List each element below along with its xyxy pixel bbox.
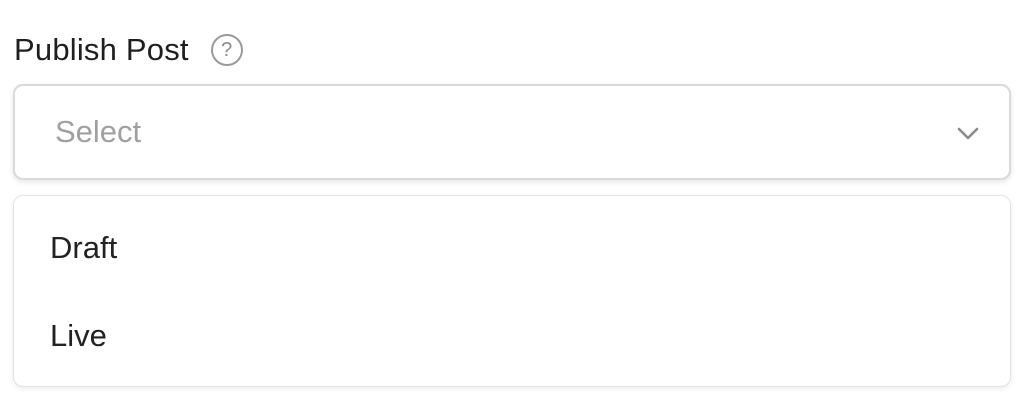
field-label: Publish Post bbox=[14, 32, 189, 67]
option-label: Draft bbox=[50, 230, 118, 265]
publish-post-field: Publish Post ? Select Draft Live bbox=[0, 0, 1024, 415]
help-glyph: ? bbox=[221, 38, 233, 61]
select-placeholder: Select bbox=[55, 114, 142, 149]
publish-select[interactable]: Select bbox=[13, 84, 1011, 180]
option-live[interactable]: Live bbox=[14, 292, 1010, 380]
field-label-row: Publish Post ? bbox=[14, 28, 243, 72]
option-label: Live bbox=[50, 318, 107, 353]
question-circle-icon[interactable]: ? bbox=[210, 34, 243, 66]
chevron-down-icon[interactable] bbox=[955, 120, 981, 146]
option-draft[interactable]: Draft bbox=[14, 204, 1010, 292]
select-dropdown-menu: Draft Live bbox=[13, 195, 1011, 387]
